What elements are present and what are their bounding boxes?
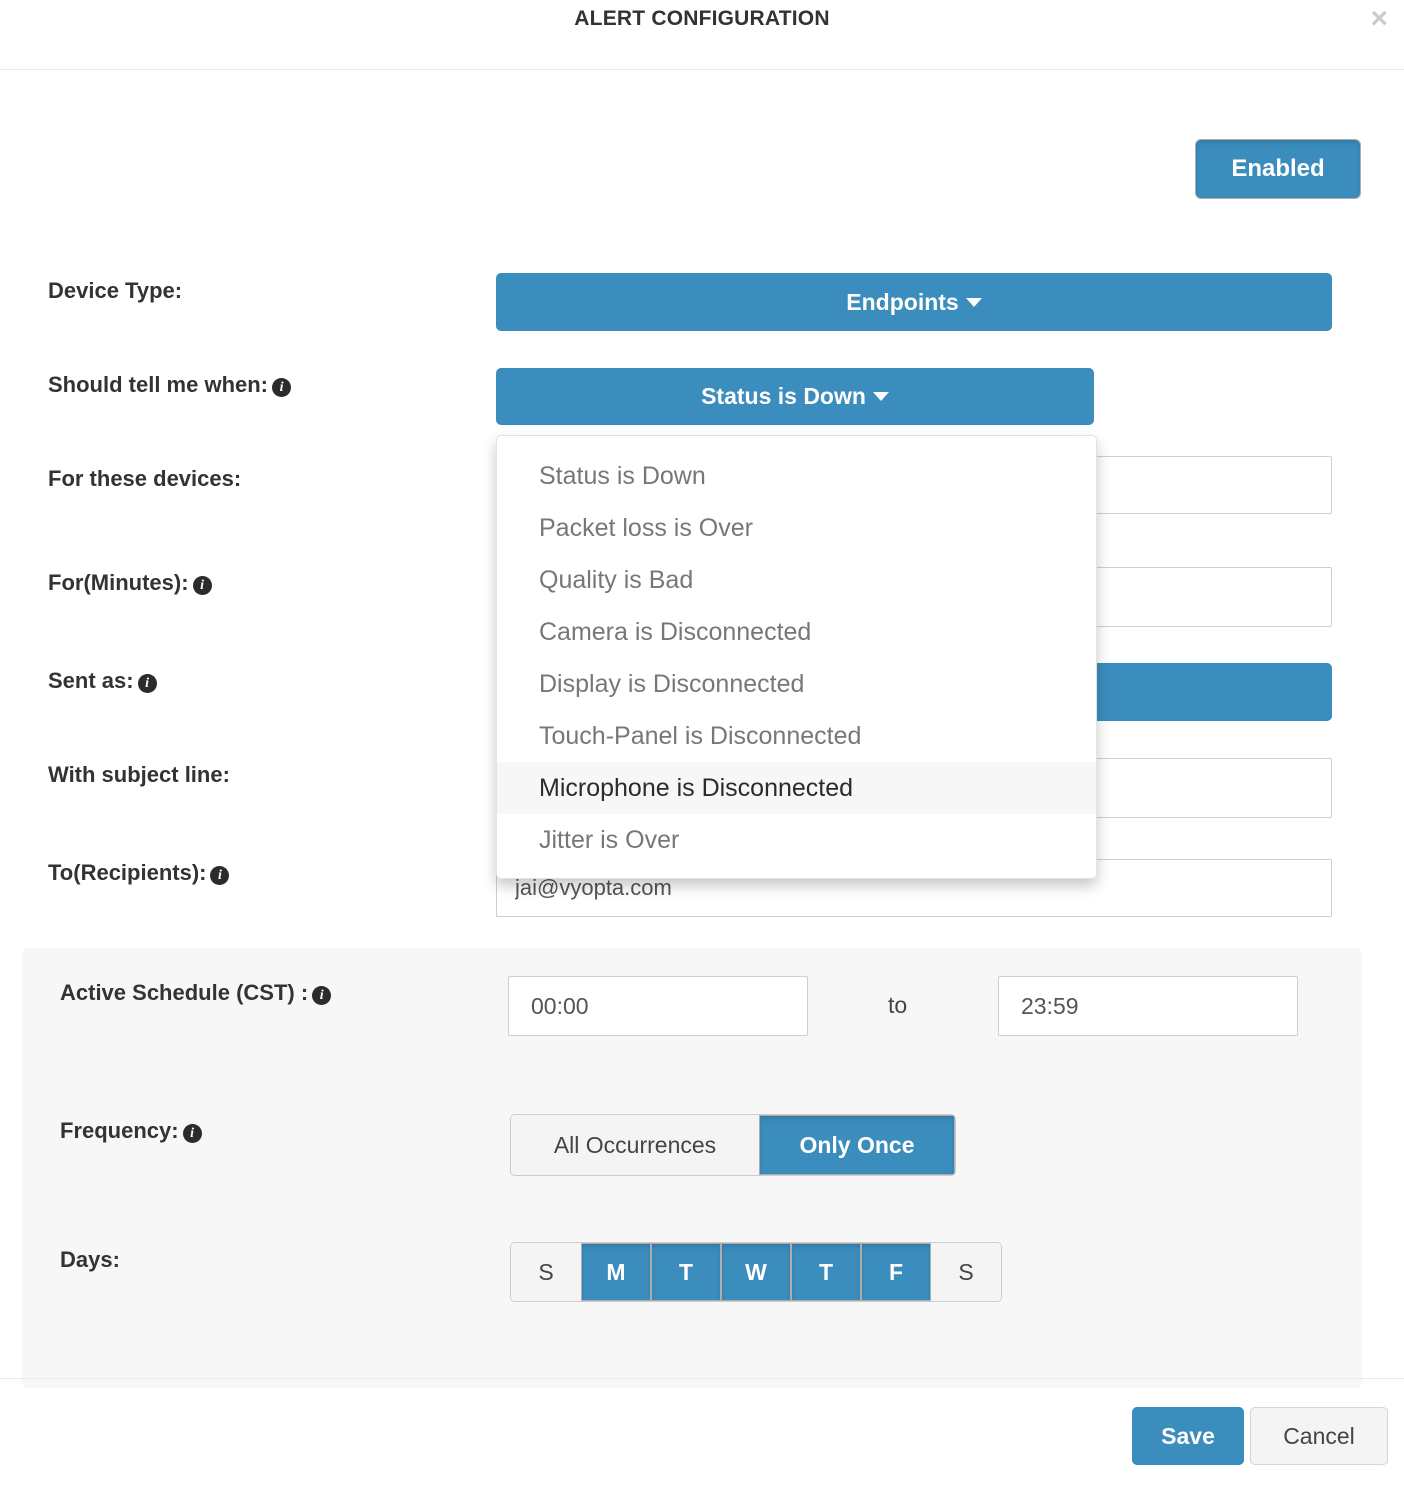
schedule-to-text: to xyxy=(888,992,908,1018)
info-icon[interactable]: i xyxy=(192,576,212,595)
should-tell-me-when-value: Status is Down xyxy=(701,383,866,409)
dropdown-item-touch-panel-is-disconnected[interactable]: Touch-Panel is Disconnected xyxy=(497,710,1096,762)
info-icon[interactable]: i xyxy=(312,986,332,1005)
chevron-down-icon xyxy=(965,297,982,307)
for-minutes-label: For(Minutes): i xyxy=(48,570,212,596)
device-type-label-text: Device Type: xyxy=(48,278,183,303)
schedule-start-time-input[interactable] xyxy=(508,976,808,1036)
frequency-toggle-group: All Occurrences Only Once xyxy=(510,1114,956,1176)
enabled-toggle-button[interactable]: Enabled xyxy=(1195,139,1361,199)
dropdown-item-quality-is-bad[interactable]: Quality is Bad xyxy=(497,554,1096,606)
sent-as-label-text: Sent as: xyxy=(48,668,134,693)
chevron-down-icon xyxy=(872,392,889,401)
day-toggle-wednesday[interactable]: W xyxy=(721,1243,791,1301)
should-tell-me-when-dropdown-button[interactable]: Status is Down xyxy=(496,368,1094,425)
day-toggle-monday[interactable]: M xyxy=(581,1243,651,1301)
active-schedule-label-text: Active Schedule (CST) : xyxy=(60,980,309,1005)
frequency-label: Frequency: i xyxy=(60,1118,202,1144)
to-recipients-label: To(Recipients): i xyxy=(48,860,230,886)
cancel-button[interactable]: Cancel xyxy=(1250,1407,1388,1465)
day-toggle-friday[interactable]: F xyxy=(861,1243,931,1301)
days-label-text: Days: xyxy=(60,1247,120,1272)
days-label: Days: xyxy=(60,1247,120,1273)
modal-footer: Save Cancel xyxy=(0,1378,1404,1494)
close-icon[interactable]: × xyxy=(1370,4,1388,34)
day-toggle-saturday[interactable]: S xyxy=(931,1243,1001,1301)
modal-body: Enabled Device Type: Endpoints Should te… xyxy=(0,70,1404,1388)
frequency-option-all-occurrences[interactable]: All Occurrences xyxy=(511,1115,759,1175)
device-type-value: Endpoints xyxy=(846,288,959,315)
should-tell-me-when-dropdown-menu: Status is Down Packet loss is Over Quali… xyxy=(496,435,1097,879)
day-toggle-thursday[interactable]: T xyxy=(791,1243,861,1301)
sent-as-label: Sent as: i xyxy=(48,668,157,694)
info-icon[interactable]: i xyxy=(182,1124,202,1143)
device-type-dropdown-button[interactable]: Endpoints xyxy=(496,273,1332,331)
for-minutes-label-text: For(Minutes): xyxy=(48,570,189,595)
schedule-end-time-input[interactable] xyxy=(998,976,1298,1036)
dropdown-item-camera-is-disconnected[interactable]: Camera is Disconnected xyxy=(497,606,1096,658)
device-type-label: Device Type: xyxy=(48,278,182,304)
page-title: ALERT CONFIGURATION xyxy=(574,7,830,30)
with-subject-line-label-text: With subject line: xyxy=(48,762,230,787)
day-toggle-sunday[interactable]: S xyxy=(511,1243,581,1301)
dropdown-item-packet-loss-is-over[interactable]: Packet loss is Over xyxy=(497,502,1096,554)
frequency-option-only-once[interactable]: Only Once xyxy=(759,1115,955,1175)
for-these-devices-label: For these devices: xyxy=(48,466,241,492)
alert-configuration-modal: ALERT CONFIGURATION × Enabled Device Typ… xyxy=(0,0,1404,1494)
should-tell-me-when-label-text: Should tell me when: xyxy=(48,372,269,397)
dropdown-item-status-is-down[interactable]: Status is Down xyxy=(497,450,1096,502)
active-schedule-label: Active Schedule (CST) :i xyxy=(60,980,332,1006)
save-button[interactable]: Save xyxy=(1132,1407,1244,1465)
dropdown-item-microphone-is-disconnected[interactable]: Microphone is Disconnected xyxy=(497,762,1096,814)
dropdown-item-jitter-is-over[interactable]: Jitter is Over xyxy=(497,814,1096,866)
to-recipients-label-text: To(Recipients): xyxy=(48,860,207,885)
day-toggle-tuesday[interactable]: T xyxy=(651,1243,721,1301)
info-icon[interactable]: i xyxy=(137,674,157,693)
with-subject-line-label: With subject line: xyxy=(48,762,230,788)
info-icon[interactable]: i xyxy=(272,378,292,397)
should-tell-me-when-label: Should tell me when: i xyxy=(48,372,292,398)
modal-header: ALERT CONFIGURATION × xyxy=(0,0,1404,70)
days-toggle-group: S M T W T F S xyxy=(510,1242,1002,1302)
frequency-label-text: Frequency: xyxy=(60,1118,179,1143)
dropdown-item-display-is-disconnected[interactable]: Display is Disconnected xyxy=(497,658,1096,710)
for-these-devices-label-text: For these devices: xyxy=(48,466,242,491)
info-icon[interactable]: i xyxy=(210,866,230,885)
